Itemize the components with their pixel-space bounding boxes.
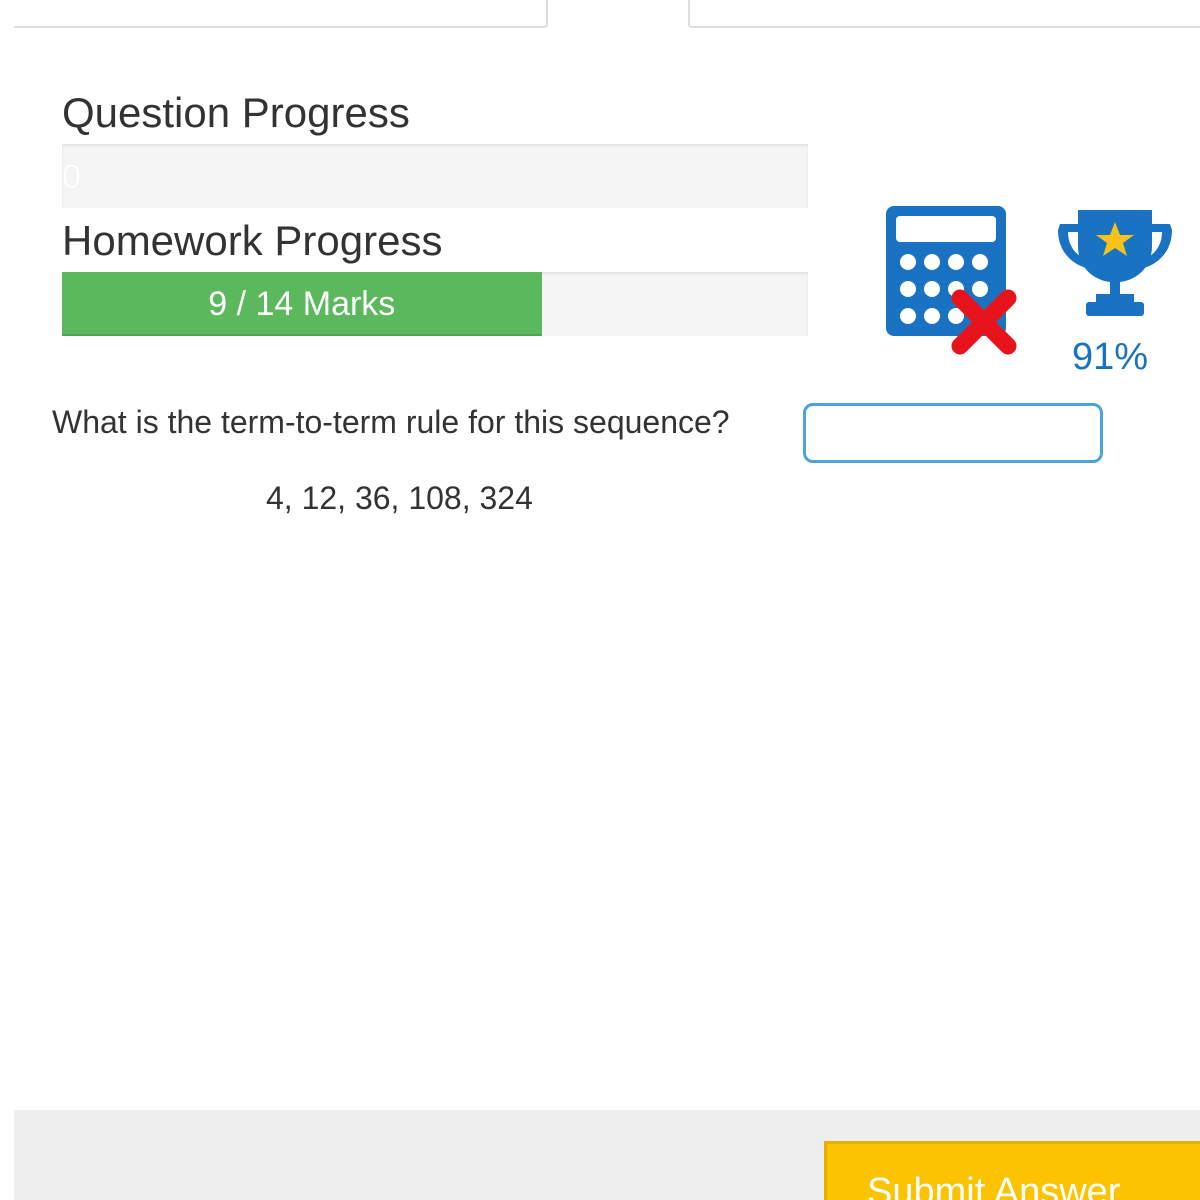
trophy-icon [1058, 210, 1172, 316]
top-tab-left[interactable] [14, 0, 548, 28]
homework-progress-label: Homework Progress [62, 217, 443, 264]
sequence-terms: 4, 12, 36, 108, 324 [266, 480, 533, 516]
homework-progress-fill: 9 / 14 Marks [62, 272, 542, 336]
homework-page: Question Progress 0 Homework Progress 9 … [0, 0, 1200, 1200]
question-progress-bar [62, 144, 808, 208]
submit-answer-button[interactable]: Submit Answer [824, 1141, 1200, 1200]
homework-progress-text: 9 / 14 Marks [208, 284, 396, 323]
homework-progress-bar: 9 / 14 Marks [62, 272, 808, 336]
calculator-not-allowed-icon [886, 206, 1017, 355]
score-percent: 91% [1072, 336, 1149, 378]
question-progress-value: 0 [62, 158, 81, 196]
question-prompt: What is the term-to-term rule for this s… [52, 404, 730, 440]
top-tab-right[interactable] [688, 0, 1200, 28]
answer-input[interactable] [803, 403, 1103, 463]
question-progress-label: Question Progress [62, 89, 410, 136]
